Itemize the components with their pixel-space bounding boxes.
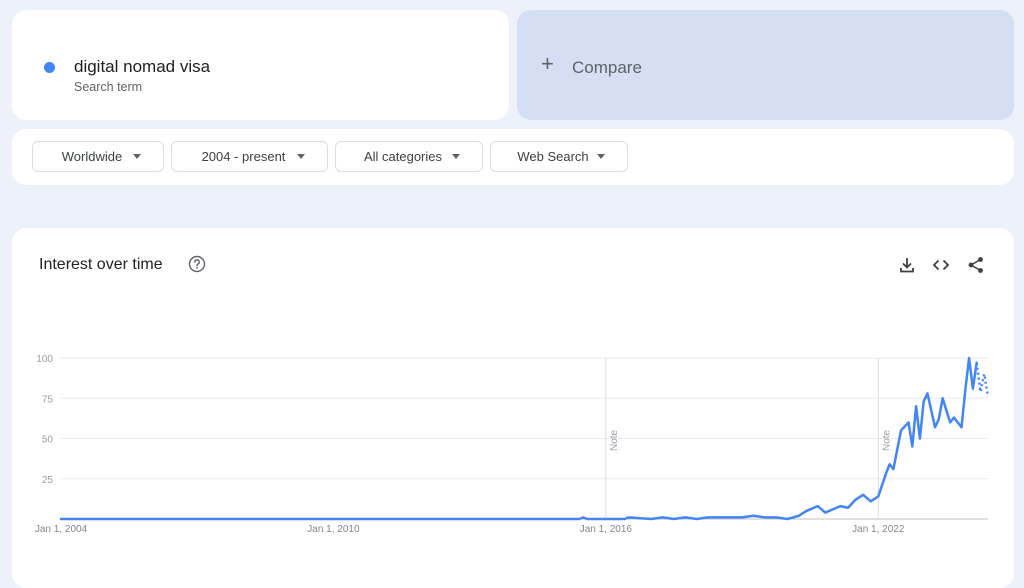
caret-down-icon	[597, 154, 605, 159]
region-dropdown-label: Worldwide	[61, 149, 123, 164]
search-type-dropdown-label: Web Search	[517, 149, 589, 164]
caret-down-icon	[452, 154, 460, 159]
y-tick-label: 50	[42, 435, 54, 446]
series-line-partial	[975, 362, 990, 397]
x-tick-label: Jan 1, 2022	[852, 524, 905, 535]
compare-label: Compare	[572, 58, 642, 77]
search-term-subtitle: Search term	[74, 80, 143, 94]
compare-button[interactable]: + Compare	[517, 10, 1014, 120]
category-dropdown-label: All categories	[363, 149, 443, 164]
x-tick-label: Jan 1, 2010	[307, 524, 360, 535]
caret-down-icon	[133, 154, 141, 159]
series-color-dot	[44, 62, 55, 73]
interest-line-chart: 25 50 75 100 Jan 1, 2004 Jan 1, 2010 Jan 1, 20…	[35, 354, 990, 535]
x-tick-label: Jan 1, 2004	[35, 524, 88, 535]
y-tick-label: 25	[42, 475, 54, 486]
filters-bar: Worldwide 2004 - present All categories …	[12, 129, 1014, 185]
y-tick-label: 75	[42, 394, 54, 405]
plus-icon: +	[541, 51, 554, 76]
caret-down-icon	[297, 154, 305, 159]
category-dropdown[interactable]: All categories	[335, 141, 483, 172]
search-term-card[interactable]: digital nomad visa Search term	[12, 10, 509, 120]
interest-over-time-card: Interest over time 25 50 75 100 Jan 1, 2004 J…	[12, 228, 1014, 588]
search-type-dropdown[interactable]: Web Search	[490, 141, 628, 172]
note-label: Note	[881, 429, 892, 451]
time-range-dropdown[interactable]: 2004 - present	[171, 141, 328, 172]
x-tick-label: Jan 1, 2016	[580, 524, 633, 535]
note-label: Note	[609, 429, 620, 451]
region-dropdown[interactable]: Worldwide	[32, 141, 164, 172]
search-term-name[interactable]: digital nomad visa	[74, 57, 210, 77]
y-tick-label: 100	[36, 354, 53, 365]
